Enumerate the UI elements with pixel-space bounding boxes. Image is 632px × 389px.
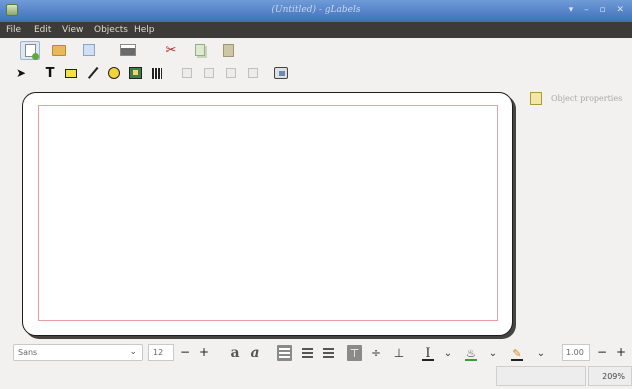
zoom-fit-button[interactable] bbox=[244, 64, 262, 82]
menu-bar: File Edit View Objects Help bbox=[0, 22, 632, 38]
zoom-level-value: 209% bbox=[602, 372, 625, 381]
bold-icon: a bbox=[230, 345, 240, 361]
chevron-down-icon: ⌄ bbox=[129, 347, 137, 357]
font-size-increase-button[interactable]: + bbox=[197, 345, 211, 360]
zoom-1to1-icon bbox=[226, 68, 236, 78]
text-color-button[interactable]: I bbox=[421, 345, 435, 361]
line-color-swatch bbox=[511, 359, 523, 361]
menu-edit[interactable]: Edit bbox=[34, 25, 51, 35]
zoom-level-field: 209% bbox=[588, 366, 632, 386]
font-family-select[interactable]: Sans ⌄ bbox=[13, 344, 143, 361]
merge-properties-button[interactable] bbox=[272, 64, 290, 82]
zoom-1to1-button[interactable] bbox=[222, 64, 240, 82]
open-icon bbox=[52, 44, 66, 56]
zoom-in-button[interactable] bbox=[178, 64, 196, 82]
align-center-icon bbox=[301, 348, 313, 358]
object-properties-panel: Object properties bbox=[530, 92, 632, 106]
fill-color-button[interactable]: ♨ bbox=[464, 345, 478, 361]
status-bar: 209% bbox=[0, 364, 632, 389]
copy-button[interactable] bbox=[191, 41, 209, 59]
text-color-swatch bbox=[422, 359, 434, 361]
font-size-value: 12 bbox=[153, 348, 164, 357]
save-icon bbox=[83, 44, 95, 56]
valign-bottom-icon: ⊥ bbox=[393, 346, 405, 360]
line-color-button[interactable]: ✎ bbox=[510, 345, 524, 361]
line-tool-icon bbox=[87, 67, 99, 79]
valign-middle-icon: ÷ bbox=[370, 346, 382, 360]
italic-button[interactable]: a bbox=[248, 345, 262, 361]
cut-button[interactable]: ✂ bbox=[162, 41, 180, 59]
zoom-out-button[interactable] bbox=[200, 64, 218, 82]
zoom-fit-icon bbox=[248, 68, 258, 78]
text-tool-button[interactable]: T bbox=[41, 64, 59, 82]
main-toolbar: ✂ bbox=[0, 38, 632, 62]
barcode-tool-button[interactable] bbox=[148, 64, 166, 82]
fill-color-dropdown[interactable]: ⌄ bbox=[488, 345, 498, 361]
new-icon bbox=[24, 44, 39, 60]
zoom-out-icon bbox=[204, 68, 214, 78]
valign-middle-button[interactable]: ÷ bbox=[369, 345, 383, 361]
image-tool-icon bbox=[128, 67, 142, 79]
copy-icon bbox=[195, 44, 205, 56]
line-width-input[interactable]: 1.00 bbox=[562, 344, 590, 361]
fill-color-swatch bbox=[465, 359, 477, 361]
window-title: (Untitled) - gLabels bbox=[271, 5, 361, 15]
menu-view[interactable]: View bbox=[62, 25, 83, 35]
new-button[interactable] bbox=[20, 41, 40, 60]
paste-icon bbox=[222, 43, 234, 57]
font-size-input[interactable]: 12 bbox=[148, 344, 174, 361]
bold-button[interactable]: a bbox=[228, 345, 242, 361]
font-family-value: Sans bbox=[18, 348, 38, 357]
rectangle-tool-icon bbox=[65, 68, 77, 78]
window-controls[interactable]: ▾ – ▫ ✕ bbox=[569, 5, 628, 15]
fill-color-icon: ♨ bbox=[466, 346, 476, 360]
image-tool-button[interactable] bbox=[126, 64, 144, 82]
cut-icon: ✂ bbox=[165, 42, 177, 58]
select-arrow-icon: ➤ bbox=[15, 66, 27, 80]
objects-toolbar: ➤ T bbox=[0, 62, 632, 86]
pencil-icon: ✎ bbox=[512, 346, 522, 360]
properties-icon bbox=[530, 92, 542, 105]
valign-top-icon: ⊤ bbox=[349, 346, 360, 360]
ellipse-tool-button[interactable] bbox=[105, 64, 123, 82]
align-right-icon bbox=[322, 348, 334, 358]
zoom-in-icon bbox=[182, 68, 192, 78]
line-tool-button[interactable] bbox=[84, 64, 102, 82]
valign-bottom-button[interactable]: ⊥ bbox=[392, 345, 406, 361]
line-color-dropdown[interactable]: ⌄ bbox=[536, 345, 546, 361]
font-size-decrease-button[interactable]: − bbox=[178, 345, 192, 360]
barcode-tool-icon bbox=[152, 67, 162, 79]
align-left-icon bbox=[279, 348, 290, 358]
open-button[interactable] bbox=[50, 41, 68, 59]
line-width-decrease-button[interactable]: − bbox=[595, 345, 609, 360]
rectangle-tool-button[interactable] bbox=[62, 64, 80, 82]
line-width-increase-button[interactable]: + bbox=[614, 345, 628, 360]
align-left-button[interactable] bbox=[277, 345, 292, 361]
format-toolbar: Sans ⌄ 12 − + a a ⊤ ÷ ⊥ I ⌄ ♨ ⌄ ✎ ⌄ 1.00… bbox=[0, 342, 632, 364]
label-margin-guide bbox=[38, 105, 498, 321]
align-center-button[interactable] bbox=[300, 345, 314, 361]
status-message-field bbox=[496, 366, 586, 386]
text-color-dropdown[interactable]: ⌄ bbox=[443, 345, 453, 361]
paste-button[interactable] bbox=[219, 41, 237, 59]
valign-top-button[interactable]: ⊤ bbox=[347, 345, 362, 361]
text-tool-icon: T bbox=[45, 65, 55, 81]
menu-objects[interactable]: Objects bbox=[94, 25, 128, 35]
object-properties-label: Object properties bbox=[551, 94, 623, 103]
line-width-value: 1.00 bbox=[566, 348, 584, 357]
merge-properties-icon bbox=[274, 67, 288, 79]
menu-help[interactable]: Help bbox=[134, 25, 155, 35]
print-button[interactable] bbox=[119, 41, 137, 59]
save-button[interactable] bbox=[80, 41, 98, 59]
italic-icon: a bbox=[250, 345, 260, 361]
menu-file[interactable]: File bbox=[6, 25, 21, 35]
ellipse-tool-icon bbox=[108, 67, 120, 79]
title-bar: (Untitled) - gLabels ▾ – ▫ ✕ bbox=[0, 0, 632, 22]
print-icon bbox=[120, 44, 136, 56]
select-tool-button[interactable]: ➤ bbox=[12, 64, 30, 82]
align-right-button[interactable] bbox=[321, 345, 335, 361]
